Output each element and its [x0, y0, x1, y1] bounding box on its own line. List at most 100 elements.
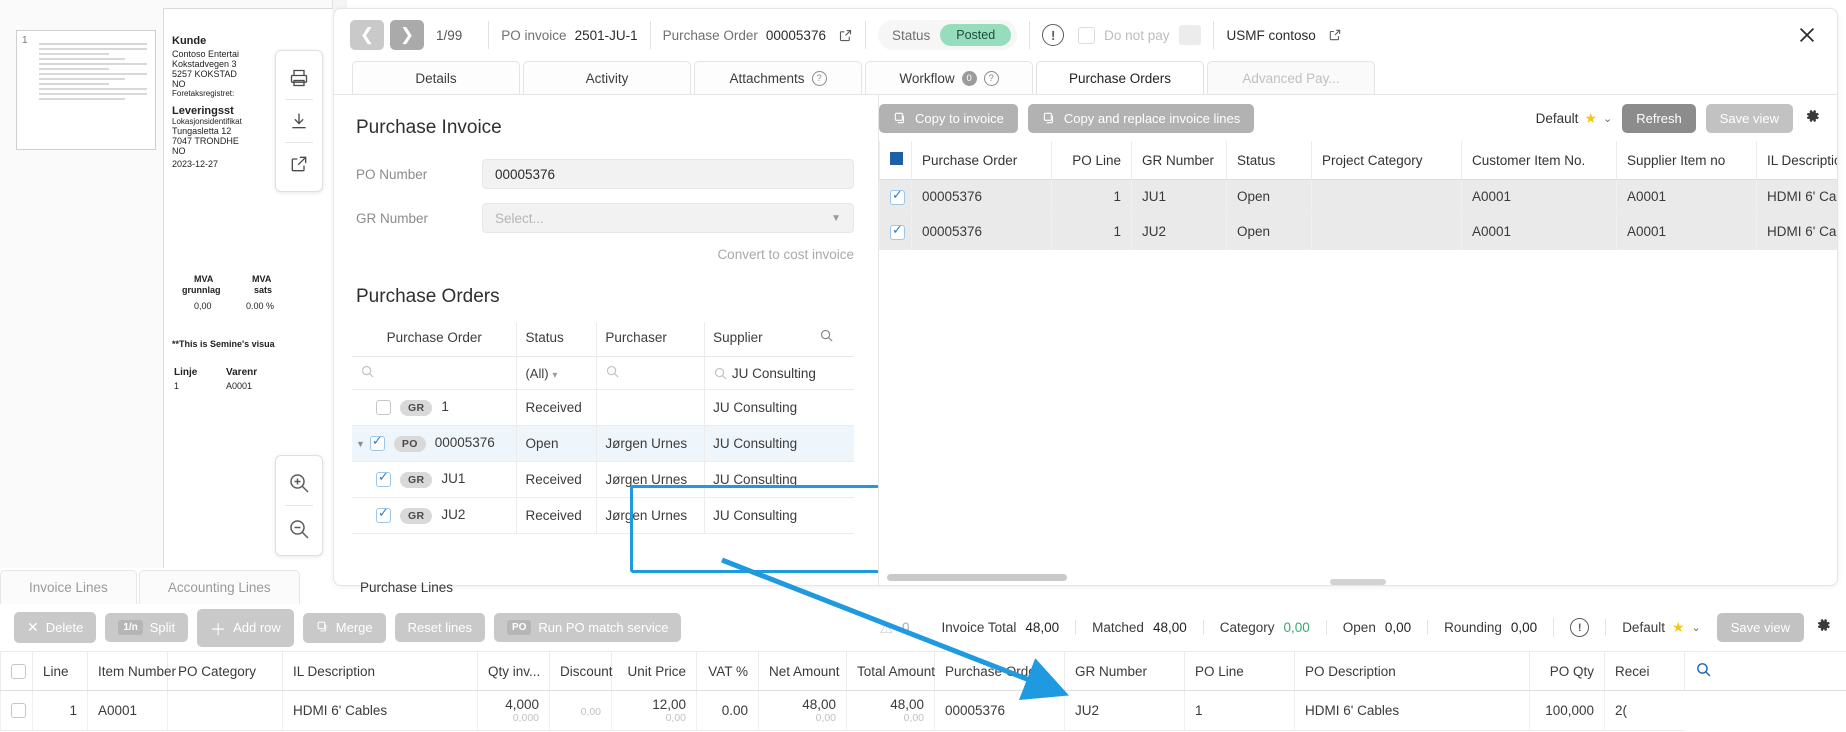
po-filter-order[interactable]	[352, 357, 517, 390]
run-po-match-service-button[interactable]: PORun PO match service	[494, 613, 682, 642]
refresh-button[interactable]: Refresh	[1622, 104, 1696, 133]
grid-col-il-description[interactable]: IL Description	[1757, 141, 1838, 180]
grid-col-po-line[interactable]: PO Line	[1052, 141, 1132, 180]
gear-icon[interactable]	[1803, 107, 1821, 130]
open-company-external-icon[interactable]	[1328, 28, 1342, 42]
grid-col-gr-number[interactable]: GR Number	[1132, 141, 1227, 180]
lines-col-purchase-order[interactable]: Purchase Order	[935, 652, 1065, 691]
po-table-row[interactable]: GRJU1ReceivedJørgen UrnesJU Consulting	[352, 462, 854, 498]
po-col-purchase-order[interactable]: Purchase Order	[352, 322, 517, 357]
lines-search-icon[interactable]	[1685, 652, 1846, 691]
po-filter-supplier[interactable]: JU Consulting	[705, 357, 854, 390]
lines-row[interactable]: 1A0001HDMI 6' Cables4,0000,0000,0012,000…	[1, 691, 1846, 731]
pane-resize-handle[interactable]	[1330, 579, 1386, 585]
grid-col-purchase-order[interactable]: Purchase Order	[912, 141, 1052, 180]
tab-details[interactable]: Details	[352, 61, 520, 94]
row-checkbox[interactable]	[376, 508, 391, 523]
chevron-left-icon[interactable]: ❮	[350, 20, 384, 50]
search-icon[interactable]	[713, 366, 728, 381]
po-row-order-cell[interactable]: GR1	[352, 390, 517, 426]
search-icon[interactable]	[819, 328, 834, 346]
lines-select-all-header[interactable]	[1, 652, 33, 691]
grid-horizontal-scrollbar[interactable]	[887, 574, 1067, 581]
copy-to-invoice-button[interactable]: Copy to invoice	[879, 104, 1018, 133]
lines-col-vat[interactable]: VAT %	[697, 652, 759, 691]
lines-col-po-description[interactable]: PO Description	[1295, 652, 1530, 691]
save-view-button[interactable]: Save view	[1706, 104, 1793, 133]
po-table-row[interactable]: GR1ReceivedJU Consulting	[352, 390, 854, 426]
po-row-order-cell[interactable]: GRJU1	[352, 462, 517, 498]
info-circle-icon[interactable]: !	[1570, 618, 1589, 637]
open-po-external-icon[interactable]	[838, 28, 853, 43]
tab-purchase-orders[interactable]: Purchase Orders	[1036, 61, 1204, 94]
lines-row-checkbox-cell[interactable]	[1, 691, 33, 731]
grid-col-status[interactable]: Status	[1227, 141, 1312, 180]
grid-row[interactable]: 000053761JU1OpenA0001A0001HDMI 6' Cables	[880, 180, 1838, 215]
info-circle-icon[interactable]: !	[1042, 24, 1064, 46]
lines-col-po-line[interactable]: PO Line	[1185, 652, 1295, 691]
lower-tab-accounting-lines[interactable]: Accounting Lines	[139, 570, 300, 604]
lines-col-line[interactable]: Line	[33, 652, 88, 691]
tab-advanced-pay[interactable]: Advanced Pay...	[1207, 61, 1375, 94]
tab-activity[interactable]: Activity	[523, 61, 691, 94]
select-all-checkbox[interactable]	[11, 664, 26, 679]
tab-attachments[interactable]: Attachments?	[694, 61, 862, 94]
po-filter-status[interactable]: (All) ▾	[517, 357, 597, 390]
po-col-supplier[interactable]: Supplier	[705, 322, 854, 357]
help-icon[interactable]: ?	[984, 71, 999, 86]
po-col-status[interactable]: Status	[517, 322, 597, 357]
print-icon[interactable]	[281, 57, 317, 99]
zoom-out-icon[interactable]	[281, 506, 317, 551]
lines-col-unit-price[interactable]: Unit Price	[612, 652, 697, 691]
lines-save-view-button[interactable]: Save view	[1717, 613, 1804, 642]
open-external-icon[interactable]	[281, 143, 317, 185]
lines-col-po-qty[interactable]: PO Qty	[1530, 652, 1605, 691]
row-checkbox[interactable]	[890, 225, 905, 240]
select-all-checkbox[interactable]	[890, 152, 903, 165]
download-icon[interactable]	[281, 100, 317, 142]
grid-col-project-category[interactable]: Project Category	[1312, 141, 1462, 180]
lines-col-gr-number[interactable]: GR Number	[1065, 652, 1185, 691]
close-icon[interactable]	[1793, 21, 1821, 49]
bottom-tab-purchase-lines[interactable]: Purchase Lines	[342, 570, 471, 604]
do-not-pay-checkbox[interactable]	[1078, 27, 1095, 44]
copy-and-replace-button[interactable]: Copy and replace invoice lines	[1028, 104, 1254, 133]
row-checkbox[interactable]	[11, 703, 26, 718]
row-checkbox[interactable]	[376, 472, 391, 487]
reset-lines-button[interactable]: Reset lines	[395, 613, 485, 642]
delete-button[interactable]: ✕Delete	[14, 612, 96, 643]
lower-tab-invoice-lines[interactable]: Invoice Lines	[0, 570, 137, 604]
grid-row-checkbox-cell[interactable]	[880, 180, 912, 215]
row-checkbox[interactable]	[890, 190, 905, 205]
po-table-row[interactable]: GRJU2ReceivedJørgen UrnesJU Consulting	[352, 498, 854, 534]
view-selector[interactable]: Default ★ ⌄	[1536, 110, 1613, 127]
po-table-row[interactable]: ▼PO00005376OpenJørgen UrnesJU Consulting	[352, 426, 854, 462]
po-number-input[interactable]: 00005376	[482, 159, 854, 189]
lines-col-net-amount[interactable]: Net Amount	[759, 652, 847, 691]
expand-triangle-icon[interactable]: ▼	[356, 439, 365, 449]
grid-select-all-header[interactable]	[880, 141, 912, 180]
lines-col-po-category[interactable]: PO Category	[168, 652, 283, 691]
lines-col-discount[interactable]: Discount	[550, 652, 612, 691]
gr-number-select[interactable]: Select... ▼	[482, 203, 854, 233]
tab-workflow[interactable]: Workflow0?	[865, 61, 1033, 94]
grid-col-supplier-item-no[interactable]: Supplier Item no	[1617, 141, 1757, 180]
row-checkbox[interactable]	[370, 436, 385, 451]
lines-col-total-amount[interactable]: Total Amount	[847, 652, 935, 691]
gear-icon[interactable]	[1814, 616, 1832, 639]
po-filter-purchaser[interactable]	[597, 357, 705, 390]
po-row-order-cell[interactable]: GRJU2	[352, 498, 517, 534]
zoom-in-icon[interactable]	[281, 460, 317, 505]
lines-col-il-description[interactable]: IL Description	[283, 652, 478, 691]
chevron-right-icon[interactable]: ❯	[390, 20, 424, 50]
help-icon[interactable]: ?	[812, 71, 827, 86]
grid-row-checkbox-cell[interactable]	[880, 214, 912, 249]
grid-col-customer-item-no[interactable]: Customer Item No.	[1462, 141, 1617, 180]
page-thumbnail[interactable]: 1	[16, 30, 156, 150]
lines-col-item-number[interactable]: Item Number	[88, 652, 168, 691]
split-button[interactable]: 1/nSplit	[105, 613, 188, 642]
po-col-purchaser[interactable]: Purchaser	[597, 322, 705, 357]
convert-to-cost-invoice-link[interactable]: Convert to cost invoice	[352, 247, 854, 262]
lines-col-recei[interactable]: Recei	[1605, 652, 1685, 691]
grid-row[interactable]: 000053761JU2OpenA0001A0001HDMI 6' Cables	[880, 214, 1838, 249]
